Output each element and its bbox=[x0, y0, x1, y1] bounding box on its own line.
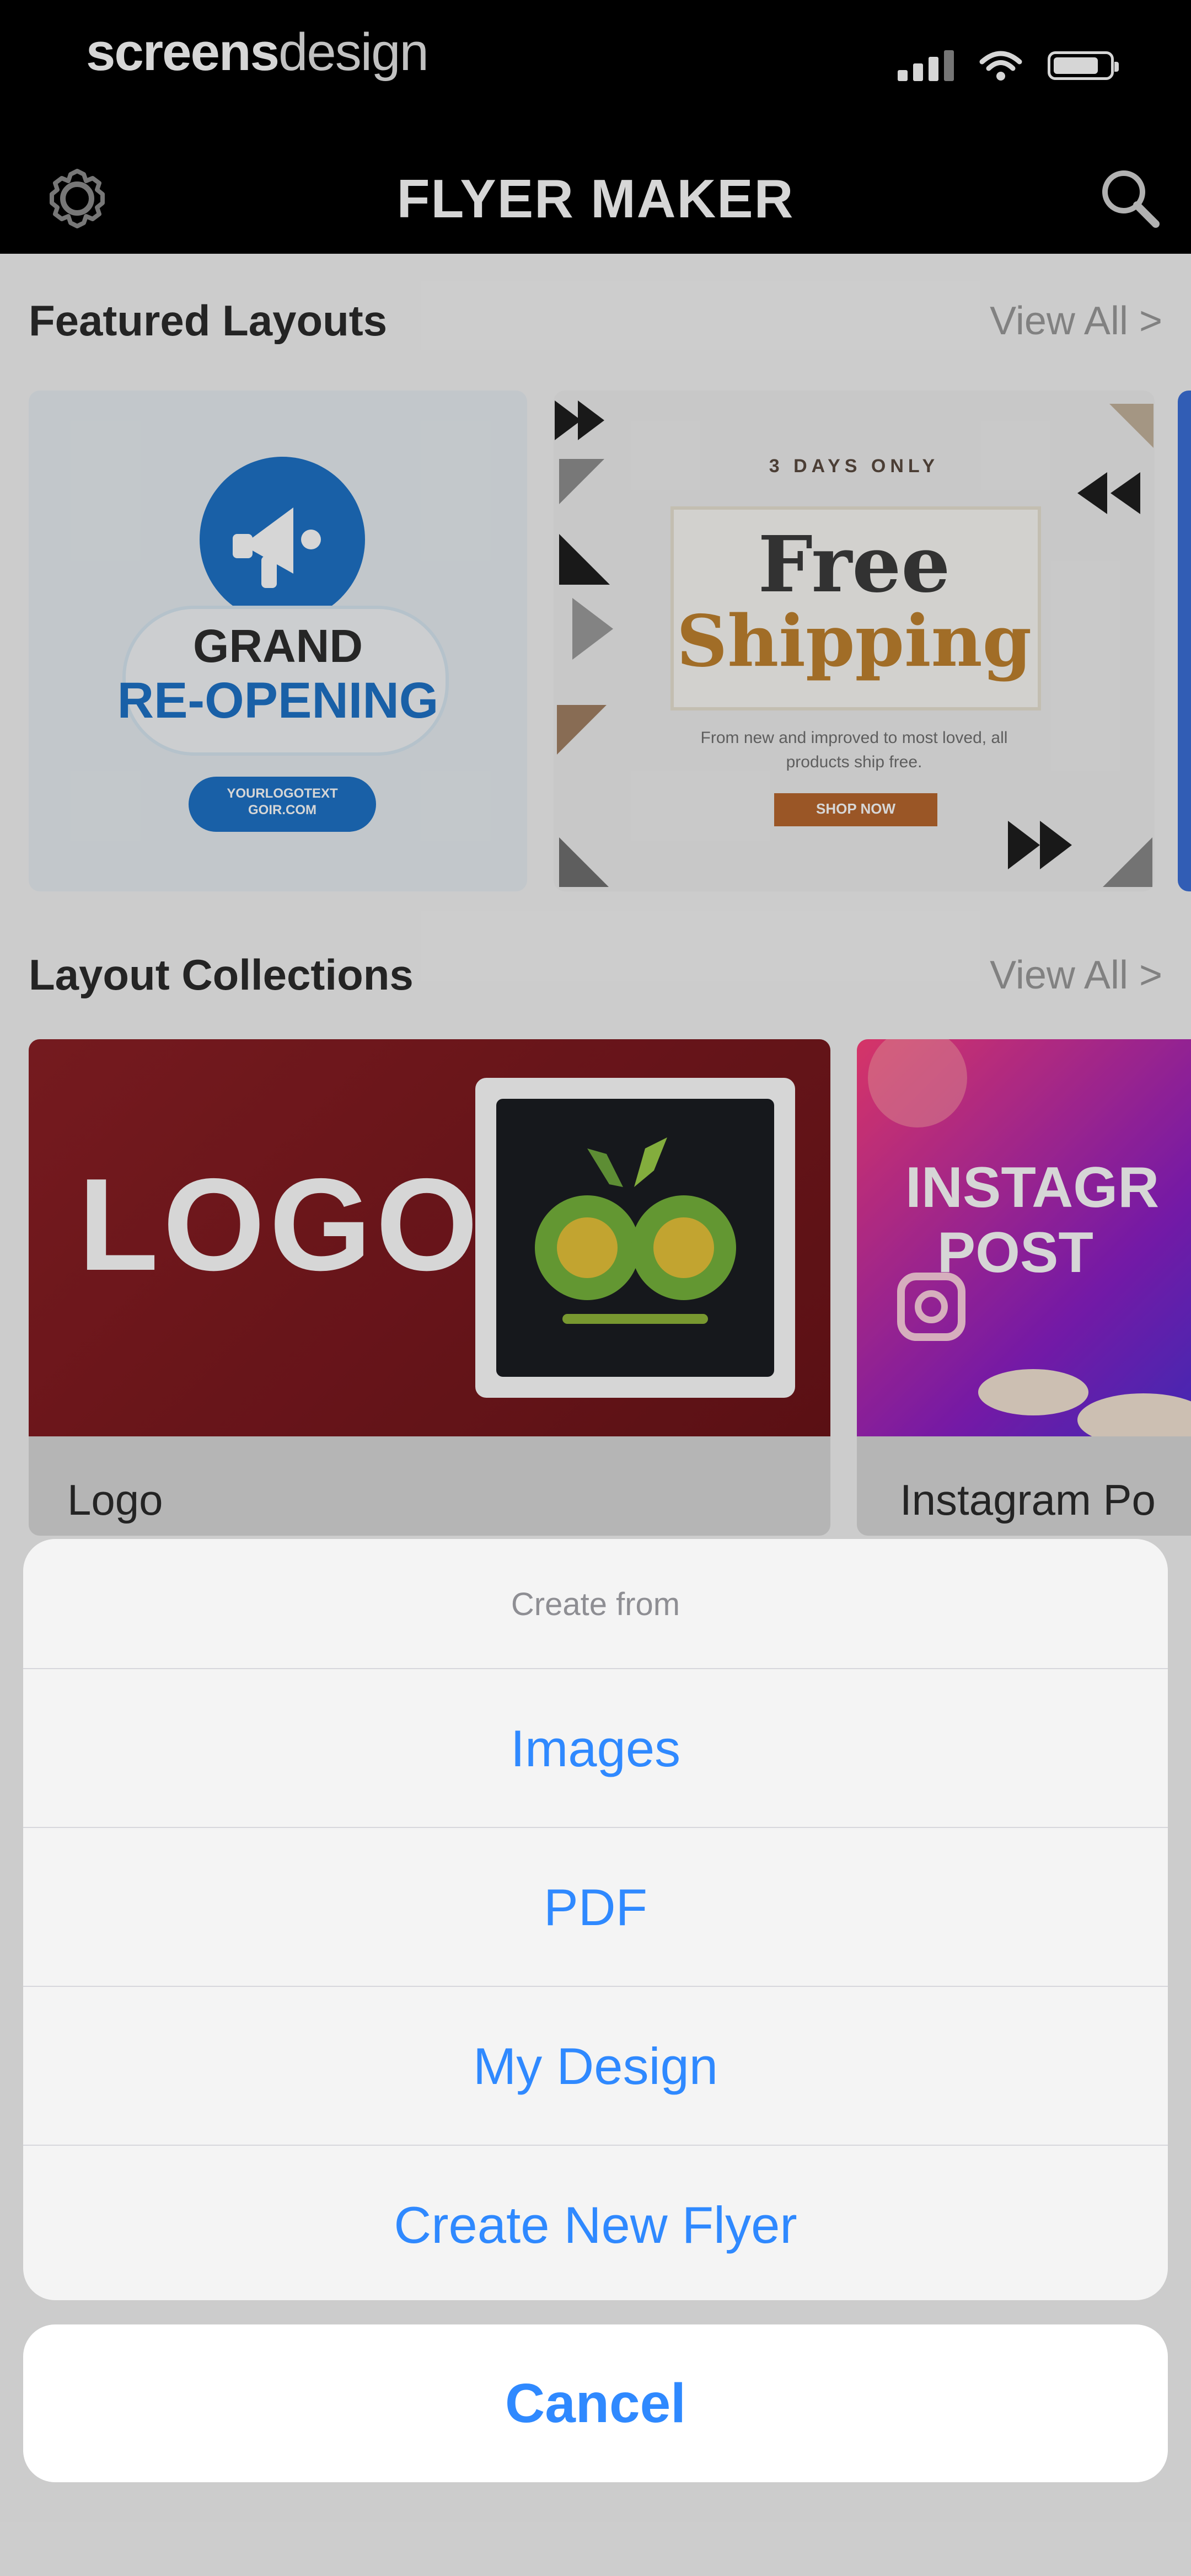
action-sheet-title: Create from bbox=[511, 1586, 680, 1622]
images-label: Images bbox=[510, 1719, 681, 1777]
create-from-action-sheet: Create from Images PDF My Design Create … bbox=[23, 1539, 1168, 2300]
cancel-label: Cancel bbox=[505, 2372, 686, 2434]
cancel-button[interactable]: Cancel bbox=[23, 2324, 1168, 2482]
create-from-my-design-button[interactable]: My Design bbox=[23, 1986, 1168, 2145]
pdf-label: PDF bbox=[544, 1878, 647, 1936]
create-from-images-button[interactable]: Images bbox=[23, 1668, 1168, 1827]
my-design-label: My Design bbox=[473, 2037, 718, 2095]
create-new-flyer-label: Create New Flyer bbox=[394, 2196, 797, 2254]
create-from-pdf-button[interactable]: PDF bbox=[23, 1827, 1168, 1986]
create-new-flyer-button[interactable]: Create New Flyer bbox=[23, 2145, 1168, 2300]
